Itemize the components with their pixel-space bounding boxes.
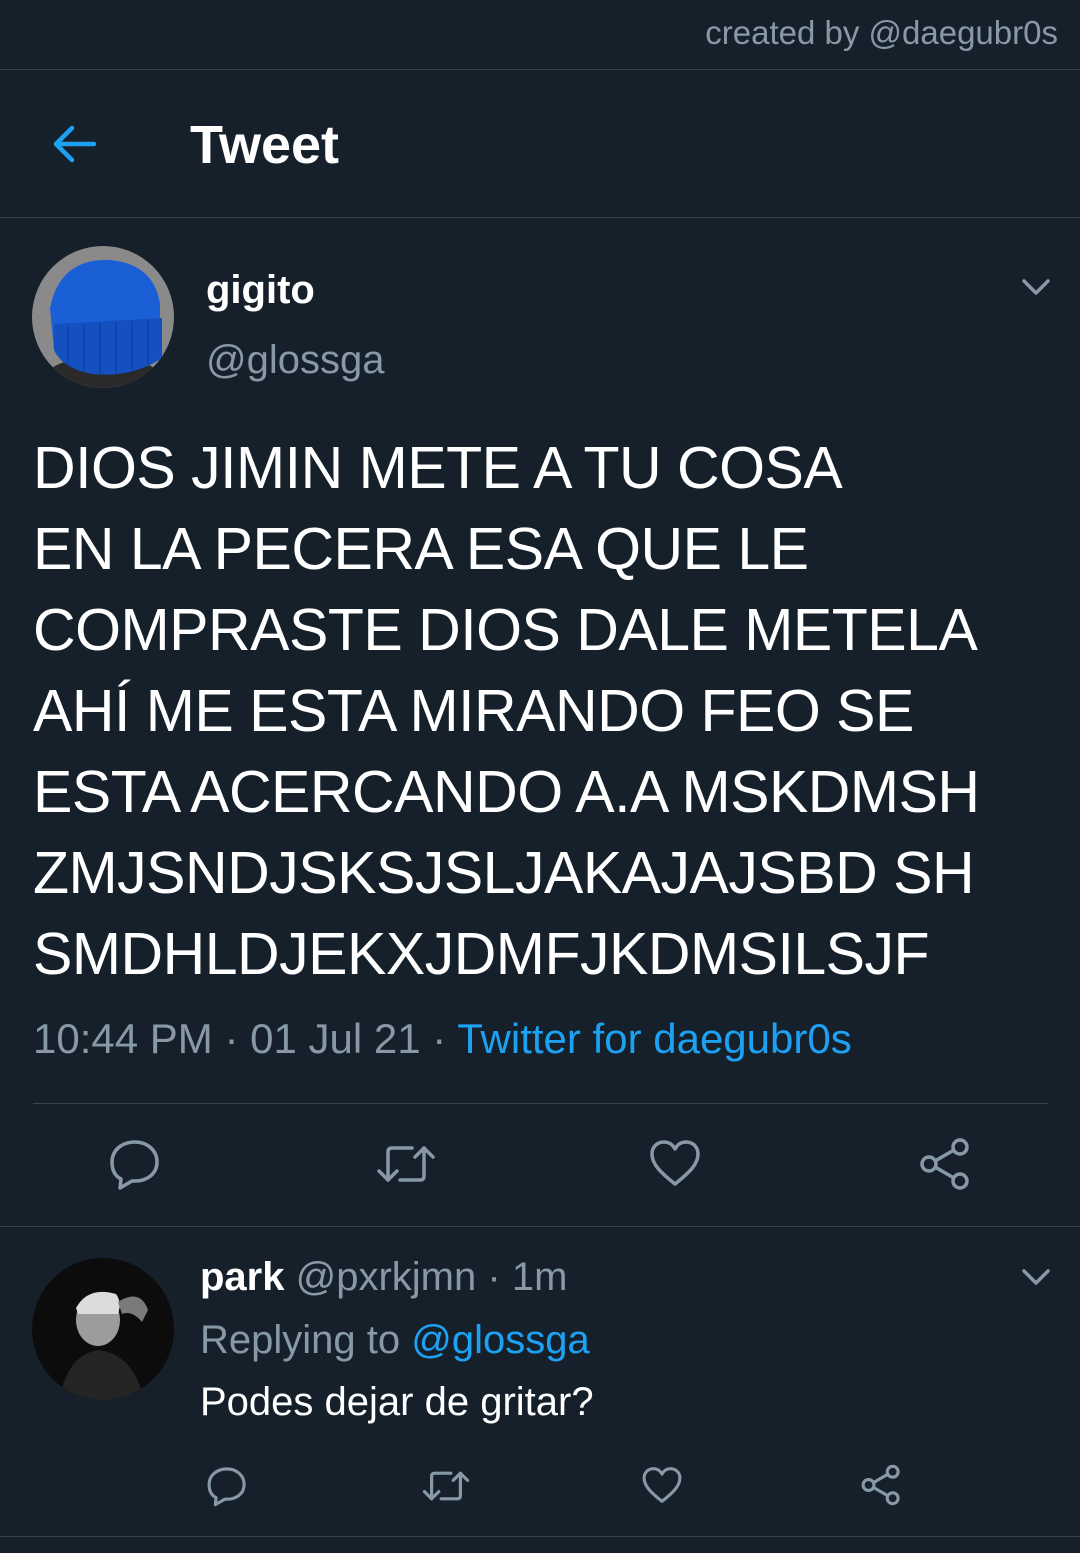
page-title: Tweet [190, 115, 340, 175]
tweet-text-line: COMPRASTE DIOS DALE METELA [33, 597, 978, 663]
retweet-button[interactable] [376, 1142, 436, 1186]
replying-to-mention[interactable]: @glossga [411, 1318, 589, 1362]
reply-time: 1m [511, 1255, 568, 1299]
reply-divider [0, 1536, 1080, 1537]
meta-divider [33, 1103, 1048, 1104]
reply-share-button[interactable] [860, 1464, 902, 1506]
tweet-options-button[interactable] [1016, 272, 1056, 302]
reply-separator: · [487, 1255, 501, 1299]
tweet-text-line: DIOS JIMIN METE A TU COSA [33, 435, 843, 501]
header-bar: Tweet [0, 70, 1080, 217]
tweet-meta: 10:44 PM · 01 Jul 21 · Twitter for daegu… [33, 1015, 852, 1063]
tweet-divider [0, 1226, 1080, 1227]
replying-to-line: Replying to @glossga [200, 1318, 590, 1363]
chevron-down-icon [1022, 1269, 1050, 1285]
author-handle[interactable]: @glossga [206, 338, 384, 383]
chevron-down-icon [1022, 279, 1050, 295]
reply-retweet-button[interactable] [422, 1468, 470, 1504]
share-icon [861, 1464, 900, 1506]
arrow-left-icon [53, 125, 97, 163]
reply-reply-button[interactable] [206, 1465, 248, 1507]
meta-separator: · [224, 1015, 239, 1062]
watermark-credit: created by @daegubr0s [705, 14, 1058, 51]
retweet-icon [377, 1146, 435, 1182]
tweet-source-link[interactable]: Twitter for daegubr0s [457, 1015, 852, 1062]
reply-author-name[interactable]: park [200, 1255, 285, 1299]
reply-icon [207, 1467, 246, 1507]
tweet-text: DIOS JIMIN METE A TU COSA EN LA PECERA E… [33, 428, 1063, 995]
reply-text: Podes dejar de gritar? [200, 1380, 594, 1424]
author-avatar[interactable] [32, 246, 174, 388]
meta-separator: · [432, 1015, 447, 1062]
back-button[interactable] [48, 120, 100, 168]
retweet-icon [422, 1471, 470, 1501]
tweet-text-line: EN LA PECERA ESA QUE LE [33, 516, 809, 582]
reply-author-avatar[interactable] [32, 1258, 174, 1400]
share-icon [920, 1138, 969, 1190]
reply-button[interactable] [108, 1137, 162, 1191]
like-icon [650, 1140, 700, 1186]
replying-to-label: Replying to [200, 1318, 401, 1362]
reply-author-handle[interactable]: @pxrkjmn [296, 1255, 477, 1299]
reply-like-button[interactable] [641, 1465, 683, 1505]
reply-icon [110, 1140, 159, 1190]
author-display-name[interactable]: gigito [206, 268, 315, 313]
tweet-text-line: AHÍ ME ESTA MIRANDO FEO SE [33, 678, 914, 744]
like-icon [642, 1467, 682, 1503]
tweet-text-line: ZMJSNDJSKSJSLJAKAJAJSBD SH [33, 840, 975, 906]
like-button[interactable] [648, 1138, 702, 1188]
reply-header: park @pxrkjmn · 1m [200, 1255, 567, 1300]
header-divider [0, 217, 1080, 218]
tweet-date: 01 Jul 21 [250, 1015, 421, 1062]
share-button[interactable] [918, 1137, 972, 1191]
tweet-text-line: SMDHLDJEKXJDMFJKDMSILSJF [33, 921, 930, 987]
tweet-text-line: ESTA ACERCANDO A.A MSKDMSH [33, 759, 980, 825]
tweet-time: 10:44 PM [33, 1015, 213, 1062]
reply-options-button[interactable] [1016, 1262, 1056, 1292]
